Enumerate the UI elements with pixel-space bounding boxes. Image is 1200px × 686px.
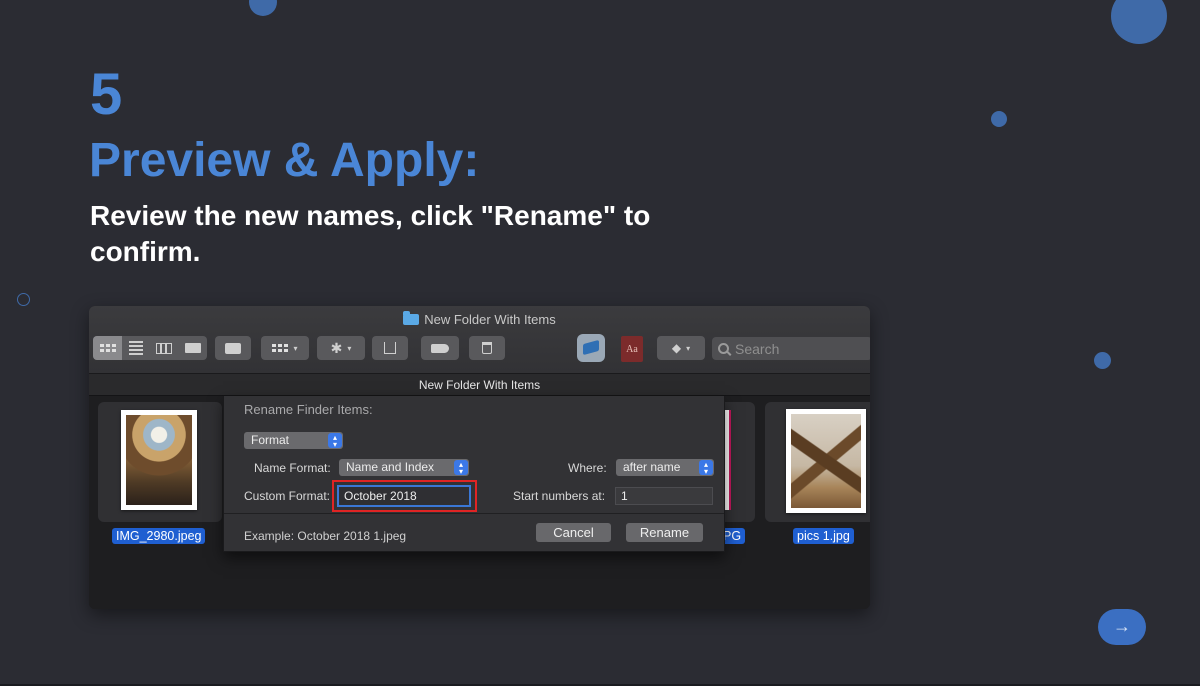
dialog-title: Rename Finder Items: <box>244 402 373 417</box>
trash-button[interactable] <box>469 336 505 360</box>
folder-add-icon <box>225 342 241 354</box>
photo-image <box>791 414 861 508</box>
search-icon <box>718 343 729 354</box>
start-numbers-input[interactable]: 1 <box>615 487 713 505</box>
gallery-view-icon <box>184 343 201 353</box>
file-item[interactable] <box>725 402 755 522</box>
dialog-divider <box>224 513 724 514</box>
step-title: Preview & Apply: <box>89 134 480 187</box>
photo-image <box>126 415 192 505</box>
decor-circle <box>1111 0 1167 44</box>
step-number: 5 <box>90 62 123 127</box>
decor-circle <box>249 0 277 16</box>
new-folder-button[interactable] <box>215 336 251 360</box>
file-name-label[interactable]: IMG_2980.jpeg <box>112 528 206 544</box>
arrow-right-icon: → <box>1113 616 1131 636</box>
where-select[interactable]: after name ▴ ▾ <box>616 459 714 476</box>
example-text: Example: October 2018 1.jpeg <box>244 529 407 543</box>
file-thumbnail <box>121 410 197 510</box>
gear-icon: ✱ <box>330 339 343 356</box>
list-view-icon <box>129 341 143 355</box>
dictionary-icon[interactable]: Aa <box>621 336 643 362</box>
mode-value: Format <box>251 433 290 447</box>
cancel-button[interactable]: Cancel <box>536 523 611 542</box>
share-button[interactable] <box>372 336 408 360</box>
file-item[interactable] <box>765 402 870 522</box>
where-label: Where: <box>568 461 607 475</box>
chevron-updown-icon: ▴ ▾ <box>328 433 342 449</box>
finder-content: IMG_2980.jpeg PG pics 1.jpg Rename Finde… <box>89 396 870 609</box>
rename-dialog: Rename Finder Items: Format ▴ ▾ Name Form… <box>223 396 725 552</box>
folder-icon <box>403 311 420 325</box>
chevron-down-icon: ▾ <box>293 343 298 353</box>
column-view-icon <box>156 342 172 354</box>
chevron-updown-icon: ▴ ▾ <box>454 460 468 476</box>
column-view-button[interactable] <box>150 336 178 360</box>
dropbox-button[interactable]: ◆ ▾ <box>657 336 705 360</box>
icon-view-icon <box>99 344 116 352</box>
name-format-select[interactable]: Name and Index ▴ ▾ <box>339 459 469 476</box>
tag-button[interactable] <box>421 336 459 360</box>
share-icon <box>384 342 396 354</box>
tag-icon <box>431 343 449 353</box>
chevron-down-icon: ▾ <box>347 343 352 353</box>
mode-select[interactable]: Format ▴ ▾ <box>244 432 343 449</box>
finder-window: New Folder With Items ▾ ✱ ▾ Aa ◆ ▾ Searc… <box>89 306 870 609</box>
file-thumbnail <box>725 410 731 510</box>
file-name-label[interactable]: pics 1.jpg <box>793 528 854 544</box>
finder-titlebar: New Folder With Items ▾ ✱ ▾ Aa ◆ ▾ Searc… <box>89 306 870 374</box>
file-thumbnail <box>786 409 866 513</box>
window-title-text: New Folder With Items <box>424 312 556 327</box>
search-placeholder: Search <box>735 340 780 357</box>
decor-circle <box>991 111 1007 127</box>
window-title: New Folder With Items <box>89 311 870 327</box>
step-description: Review the new names, click "Rename" to … <box>90 200 651 268</box>
list-view-button[interactable] <box>122 336 150 360</box>
chevron-down-icon: ▾ <box>686 343 691 353</box>
highlight-box <box>332 480 477 512</box>
gallery-view-button[interactable] <box>178 336 207 360</box>
file-item[interactable] <box>98 402 222 522</box>
action-button[interactable]: ✱ ▾ <box>317 336 365 360</box>
group-icon <box>272 344 289 352</box>
decor-ring <box>17 293 30 306</box>
name-format-label: Name Format: <box>254 461 331 475</box>
view-mode-group <box>93 336 207 360</box>
rename-button[interactable]: Rename <box>626 523 703 542</box>
where-value: after name <box>623 460 681 474</box>
dropbox-icon: ◆ <box>671 341 682 355</box>
next-slide-button[interactable]: → <box>1098 609 1146 645</box>
name-format-value: Name and Index <box>346 460 435 474</box>
search-field[interactable]: Search <box>712 337 870 360</box>
custom-format-label: Custom Format: <box>244 489 331 503</box>
path-title: New Folder With Items <box>89 374 870 396</box>
app-shortcut-icon[interactable] <box>577 334 605 362</box>
trash-icon <box>482 342 492 354</box>
group-by-button[interactable]: ▾ <box>261 336 309 360</box>
start-numbers-label: Start numbers at: <box>513 489 606 503</box>
icon-view-button[interactable] <box>93 336 122 360</box>
chevron-updown-icon: ▴ ▾ <box>699 460 713 476</box>
decor-circle <box>1094 352 1111 369</box>
